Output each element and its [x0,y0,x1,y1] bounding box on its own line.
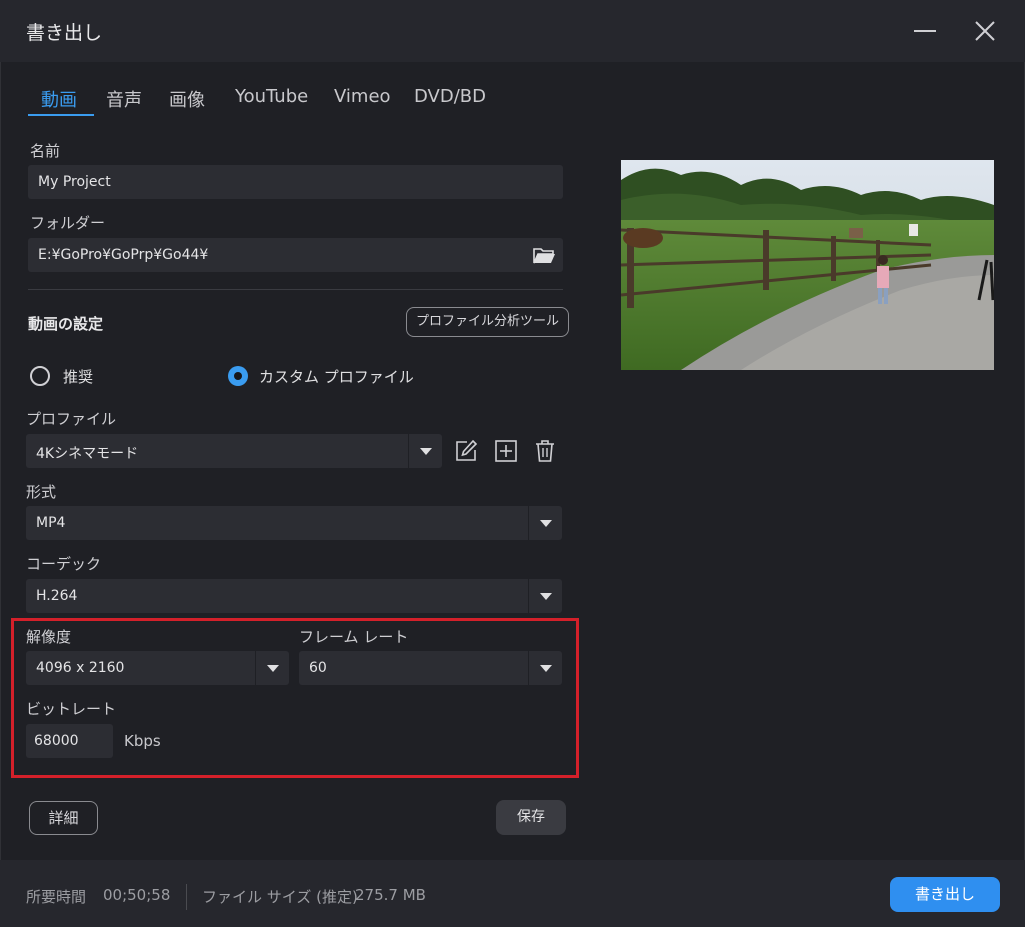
profile-value: 4Kシネマモード [36,446,139,462]
chevron-down-icon[interactable] [255,651,290,685]
profile-label: プロファイル [26,410,117,428]
bitrate-value: 68000 [34,733,79,749]
bitrate-unit: Kbps [124,732,161,750]
profile-analysis-tool-button[interactable]: プロファイル分析ツール [406,307,569,337]
tab-video[interactable]: 動画 [41,86,77,112]
active-tab-indicator [28,114,94,116]
window-title: 書き出し [26,22,103,44]
export-button[interactable]: 書き出し [890,877,1000,912]
minimize-icon[interactable] [908,14,942,48]
close-icon[interactable] [968,14,1002,48]
title-bar: 書き出し [0,0,1025,62]
footer-separator [186,884,187,910]
resolution-label: 解像度 [26,628,72,646]
chevron-down-icon[interactable] [528,506,563,540]
edit-icon[interactable] [453,438,479,464]
chevron-down-icon[interactable] [408,434,443,468]
tab-vimeo[interactable]: Vimeo [334,86,391,107]
chevron-down-icon[interactable] [528,579,563,613]
codec-label: コーデック [26,555,102,573]
folder-input[interactable]: E:¥GoPro¥GoPrp¥Go44¥ [28,238,563,272]
profile-select[interactable]: 4Kシネマモード [26,434,442,468]
filesize-value: 275.7 MB [355,886,426,904]
video-settings-title: 動画の設定 [28,315,104,333]
name-value: My Project [38,174,111,190]
name-input[interactable]: My Project [28,165,563,199]
save-button[interactable]: 保存 [496,800,566,835]
framerate-value: 60 [309,660,327,676]
trash-icon[interactable] [532,438,558,464]
resolution-select[interactable]: 4096 x 2160 [26,651,289,685]
duration-value: 00;50;58 [103,886,171,904]
codec-select[interactable]: H.264 [26,579,562,613]
radio-recommended[interactable] [30,366,50,386]
tab-youtube[interactable]: YouTube [235,86,308,107]
duration-label: 所要時間 [26,888,87,906]
radio-recommended-label[interactable]: 推奨 [63,366,93,387]
tab-audio[interactable]: 音声 [106,86,142,112]
folder-value: E:¥GoPro¥GoPrp¥Go44¥ [38,247,209,263]
folder-label: フォルダー [30,214,106,232]
resolution-value: 4096 x 2160 [36,660,125,676]
format-label: 形式 [26,483,57,501]
radio-custom-profile[interactable] [228,366,248,386]
section-divider [28,289,563,290]
format-value: MP4 [36,515,66,531]
video-preview-thumbnail [621,160,994,370]
codec-value: H.264 [36,588,78,604]
radio-custom-profile-label[interactable]: カスタム プロファイル [259,366,414,387]
bitrate-input[interactable]: 68000 [26,724,113,758]
chevron-down-icon[interactable] [528,651,563,685]
tab-image[interactable]: 画像 [169,86,205,112]
framerate-label: フレーム レート [299,628,409,646]
framerate-select[interactable]: 60 [299,651,562,685]
folder-open-icon[interactable] [531,242,557,268]
bitrate-label: ビットレート [26,700,117,718]
add-icon[interactable] [493,438,519,464]
filesize-label: ファイル サイズ (推定) [202,888,358,906]
details-button[interactable]: 詳細 [29,801,98,835]
format-select[interactable]: MP4 [26,506,562,540]
tab-dvd-bd[interactable]: DVD/BD [414,86,486,107]
name-label: 名前 [30,142,61,160]
